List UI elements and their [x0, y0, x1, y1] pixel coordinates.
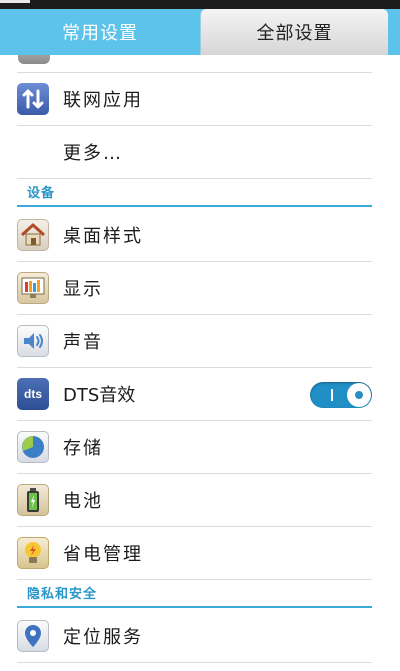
toggle-on-mark: [331, 389, 333, 401]
list-item-location-services[interactable]: 定位服务: [17, 610, 372, 663]
list-item-battery[interactable]: 电池: [17, 474, 372, 527]
list-item-label: 声音: [63, 332, 103, 353]
list-item-desktop-style[interactable]: 桌面样式: [17, 209, 372, 262]
dts-toggle-switch[interactable]: [310, 382, 372, 408]
list-item-sound[interactable]: 声音: [17, 315, 372, 368]
list-item-storage[interactable]: 存储: [17, 421, 372, 474]
speaker-icon: [17, 325, 49, 357]
storage-pie-icon: [17, 431, 49, 463]
partial-list-item[interactable]: [17, 55, 372, 73]
dts-icon-text: dts: [24, 387, 42, 401]
list-item-label: 存储: [63, 438, 103, 459]
toggle-knob: [347, 383, 371, 407]
list-item-label: 定位服务: [63, 627, 143, 648]
status-bar-mark: [0, 0, 30, 3]
tab-all-settings[interactable]: 全部设置: [200, 9, 388, 55]
list-item-label: 电池: [63, 491, 103, 512]
network-apps-icon: [17, 83, 49, 115]
location-pin-icon: [17, 620, 49, 652]
tab-bar: 常用设置 全部设置: [0, 9, 400, 55]
section-header-privacy-security: 隐私和安全: [17, 581, 372, 608]
section-title: 隐私和安全: [27, 587, 98, 602]
section-title: 设备: [27, 186, 56, 201]
list-item-label: 桌面样式: [63, 226, 143, 247]
dts-icon: dts: [17, 378, 49, 410]
status-bar: [0, 0, 400, 9]
settings-list[interactable]: 联网应用 更多… 设备 桌面样式 显示 声音 dts DTS音效 存储 电池 省…: [0, 55, 400, 671]
list-item-power-management[interactable]: 省电管理: [17, 527, 372, 580]
section-header-device: 设备: [17, 180, 372, 207]
display-icon: [17, 272, 49, 304]
list-item-label: 省电管理: [63, 544, 143, 565]
list-item-label: DTS音效: [63, 385, 136, 406]
list-item-label: 更多…: [63, 143, 123, 164]
battery-icon: [17, 484, 49, 516]
list-item-more[interactable]: 更多…: [17, 126, 372, 179]
list-item-display[interactable]: 显示: [17, 262, 372, 315]
lightbulb-icon: [17, 537, 49, 569]
list-item-label: 联网应用: [63, 90, 143, 111]
list-item-label: 显示: [63, 279, 103, 300]
tab-common-settings[interactable]: 常用设置: [0, 9, 200, 55]
list-item-dts-audio[interactable]: dts DTS音效: [17, 368, 372, 421]
partial-item-icon: [18, 55, 50, 64]
list-item-network-apps[interactable]: 联网应用: [17, 73, 372, 126]
home-icon: [17, 219, 49, 251]
